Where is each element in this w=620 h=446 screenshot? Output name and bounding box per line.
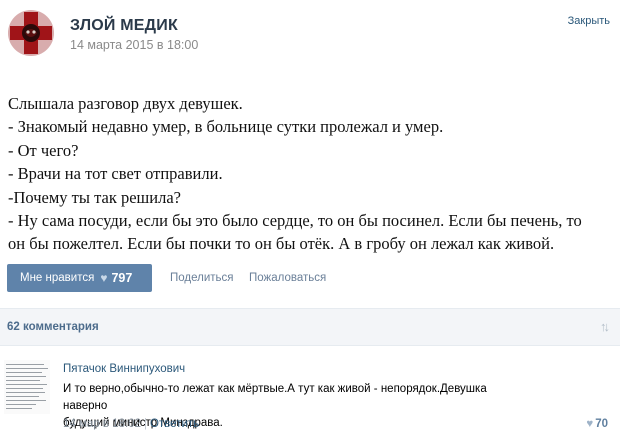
red-cross-logo-icon bbox=[8, 10, 54, 56]
like-button[interactable]: Мне нравится ♥ 797 bbox=[7, 264, 152, 292]
comments-header: 62 комментария ↑↓ bbox=[0, 308, 620, 346]
like-count: 797 bbox=[111, 271, 133, 285]
comment-date[interactable]: 14 мар в 18:02 bbox=[63, 418, 141, 430]
comment-like-button[interactable]: ♥ 70 bbox=[586, 418, 608, 430]
post-author[interactable]: ЗЛОЙ МЕДИК bbox=[70, 17, 178, 35]
post-date[interactable]: 14 марта 2015 в 18:00 bbox=[70, 38, 198, 52]
author-avatar[interactable] bbox=[6, 8, 56, 58]
comment-text-line: И то верно,обычно-то лежат как мёртвые.А… bbox=[63, 383, 487, 412]
post-text-line: - Врачи на тот свет отправили. bbox=[8, 164, 223, 184]
post-text-line: он бы пожелтел. Если бы почки то он бы о… bbox=[8, 234, 555, 254]
comment-meta: 14 мар в 18:02 | Ответить bbox=[63, 418, 199, 430]
post-text-line: - Знакомый недавно умер, в больнице сутк… bbox=[8, 117, 444, 137]
post-text-line: - Ну сама посуди, если бы это было сердц… bbox=[8, 211, 582, 231]
post-text-line: -Почему ты так решила? bbox=[8, 187, 181, 207]
reply-link[interactable]: Ответить bbox=[150, 418, 199, 430]
sort-arrows-icon[interactable]: ↑↓ bbox=[600, 319, 610, 334]
report-link[interactable]: Пожаловаться bbox=[249, 272, 326, 284]
heart-icon: ♥ bbox=[100, 271, 108, 285]
comment-item: Пятачок Виннипухович И то верно,обычно-т… bbox=[0, 352, 620, 446]
comment-author[interactable]: Пятачок Виннипухович bbox=[63, 363, 185, 375]
comment-avatar[interactable] bbox=[4, 360, 50, 414]
comments-count[interactable]: 62 комментария bbox=[7, 321, 99, 333]
post-actions: Мне нравится ♥ 797 Поделиться Пожаловать… bbox=[0, 264, 620, 294]
post-header: ЗЛОЙ МЕДИК 14 марта 2015 в 18:00 Закрыть bbox=[0, 0, 620, 72]
heart-icon: ♥ bbox=[586, 418, 594, 430]
comment-like-count: 70 bbox=[595, 418, 608, 430]
post-text-line: Слышала разговор двух девушек. bbox=[8, 94, 243, 113]
share-link[interactable]: Поделиться bbox=[170, 272, 234, 284]
like-label: Мне нравится bbox=[20, 272, 95, 284]
meta-separator: | bbox=[143, 418, 147, 430]
post-text-line: - От чего? bbox=[8, 140, 79, 160]
close-link[interactable]: Закрыть bbox=[568, 15, 610, 27]
post-text: Слышала разговор двух девушек. - Знакомы… bbox=[8, 92, 612, 256]
